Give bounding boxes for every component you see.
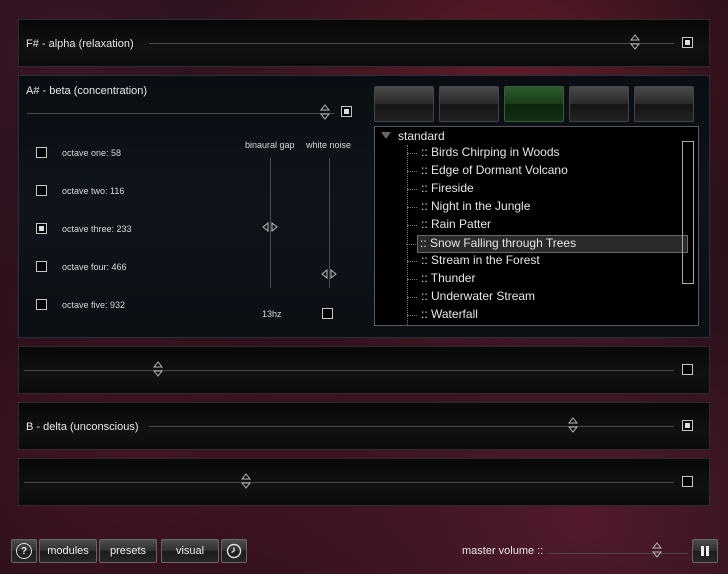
volume-track[interactable] [27, 113, 334, 114]
pause-icon [701, 546, 709, 556]
volume-slider-thumb[interactable] [153, 360, 163, 378]
white-noise-label: white noise [306, 140, 352, 150]
octave-four-checkbox[interactable] [36, 261, 47, 272]
octave-one-label: octave one: 58 [62, 148, 122, 158]
octave-three-checkbox[interactable] [36, 223, 47, 234]
master-volume-label: master volume :: [462, 545, 544, 557]
volume-track[interactable] [24, 370, 674, 371]
octave-two-checkbox[interactable] [36, 185, 47, 196]
volume-track[interactable] [149, 426, 674, 427]
help-icon: ? [16, 543, 32, 559]
volume-slider-thumb[interactable] [630, 33, 640, 51]
modules-button[interactable]: modules [39, 539, 97, 563]
module-enable-checkbox[interactable] [682, 420, 693, 431]
tree-item-selected[interactable]: :: Snow Falling through Trees [406, 235, 688, 253]
clock-icon [226, 543, 242, 559]
module-enable-checkbox[interactable] [682, 37, 693, 48]
volume-slider-thumb[interactable] [568, 416, 578, 434]
octave-four-label: octave four: 466 [62, 262, 127, 272]
visual-button[interactable]: visual [161, 539, 219, 563]
preset-button-5[interactable] [634, 86, 694, 122]
master-volume-track[interactable] [548, 553, 688, 554]
binaural-gap-value: 13hz [262, 309, 282, 319]
white-noise-checkbox[interactable] [322, 308, 333, 319]
volume-track[interactable] [149, 43, 674, 44]
timer-button[interactable] [221, 539, 247, 563]
octave-two-label: octave two: 116 [62, 186, 125, 196]
octave-five-label: octave five: 932 [62, 300, 126, 310]
module-enable-checkbox[interactable] [682, 476, 693, 487]
pause-button[interactable] [692, 539, 718, 563]
preset-button-3[interactable] [504, 86, 564, 122]
volume-slider-thumb[interactable] [320, 103, 330, 121]
module-title: F# - alpha (relaxation) [26, 38, 134, 50]
presets-button[interactable]: presets [99, 539, 157, 563]
module-panel-delta: B - delta (unconscious) [18, 402, 710, 450]
binaural-gap-label: binaural gap [245, 140, 295, 150]
collapse-triangle-icon[interactable] [381, 132, 391, 139]
help-button[interactable]: ? [11, 539, 37, 563]
master-volume-slider-thumb[interactable] [652, 541, 662, 559]
module-panel-alpha: F# - alpha (relaxation) [18, 19, 710, 67]
tree-connector [407, 145, 408, 325]
octave-three-label: octave three: 233 [62, 224, 132, 234]
sound-tree[interactable]: standard :: Birds Chirping in Woods :: E… [374, 126, 699, 326]
preset-button-2[interactable] [439, 86, 499, 122]
preset-button-4[interactable] [569, 86, 629, 122]
module-enable-checkbox[interactable] [341, 106, 352, 117]
tree-root-standard[interactable]: standard [381, 129, 445, 143]
octave-one-checkbox[interactable] [36, 147, 47, 158]
module-title: A# - beta (concentration) [26, 85, 148, 97]
module-enable-checkbox[interactable] [682, 364, 693, 375]
module-panel-empty-1 [18, 346, 710, 394]
preset-button-1[interactable] [374, 86, 434, 122]
module-panel-beta: A# - beta (concentration) octave one: 58… [18, 75, 710, 338]
volume-slider-thumb[interactable] [241, 472, 251, 490]
tree-scrollbar[interactable] [682, 141, 694, 284]
binaural-gap-slider-thumb[interactable] [261, 222, 279, 232]
module-title: B - delta (unconscious) [26, 421, 139, 433]
volume-track[interactable] [24, 482, 674, 483]
white-noise-slider-thumb[interactable] [320, 269, 338, 279]
module-panel-empty-2 [18, 458, 710, 506]
octave-five-checkbox[interactable] [36, 299, 47, 310]
